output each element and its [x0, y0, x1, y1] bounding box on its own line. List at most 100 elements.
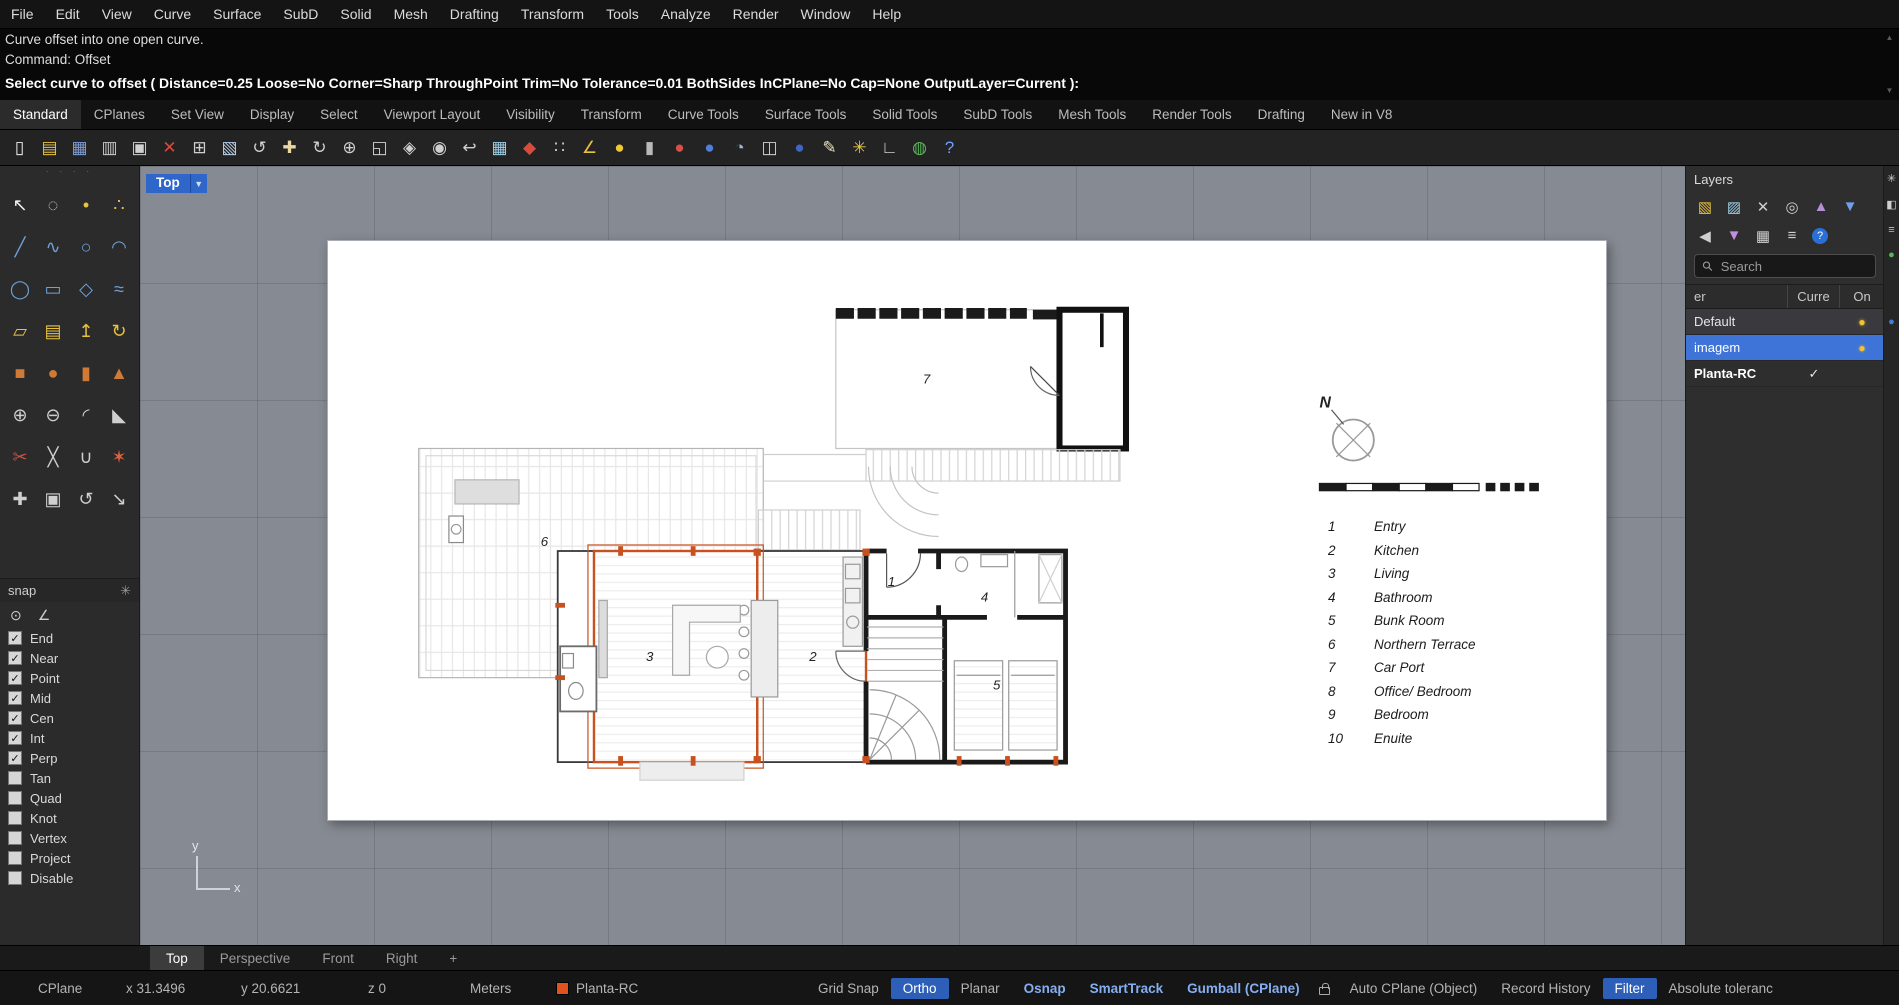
- smarttrack-osnap-icon[interactable]: ∠: [38, 607, 51, 624]
- boolean-union-icon[interactable]: ⊕: [4, 394, 37, 436]
- fillet-icon[interactable]: ◜: [70, 394, 103, 436]
- menu-item[interactable]: Help: [861, 0, 912, 29]
- cplane-widget-icon[interactable]: ∟: [875, 133, 904, 162]
- tab-transform[interactable]: Transform: [568, 100, 655, 129]
- checkbox[interactable]: [8, 751, 22, 765]
- open-file-icon[interactable]: ▤: [35, 133, 64, 162]
- tab-display[interactable]: Display: [237, 100, 307, 129]
- osnap-option[interactable]: Mid: [0, 688, 139, 708]
- layer-grid-view-icon[interactable]: ▦: [1754, 227, 1772, 245]
- top-viewport[interactable]: Top ▼ N 1 2 3 4 5 6 7 1 Entry 2 Kitchen …: [140, 166, 1685, 945]
- vp-tab-right[interactable]: Right: [370, 946, 434, 970]
- osnap-button[interactable]: Osnap: [1012, 978, 1078, 999]
- osnap-gear-icon[interactable]: [120, 583, 131, 599]
- filter-layers-icon[interactable]: ▼: [1725, 227, 1743, 245]
- menu-item[interactable]: Surface: [202, 0, 272, 29]
- menu-item[interactable]: Window: [790, 0, 862, 29]
- print-icon[interactable]: ▥: [95, 133, 124, 162]
- ortho-button[interactable]: Ortho: [890, 977, 949, 999]
- panel-gear-icon[interactable]: ✳: [1887, 172, 1896, 185]
- scale-icon[interactable]: ↘: [103, 478, 136, 520]
- cplane-menu[interactable]: CPlane: [38, 981, 126, 996]
- delete-icon[interactable]: ✕: [155, 133, 184, 162]
- layer-row[interactable]: imagem: [1686, 335, 1884, 361]
- osnap-option[interactable]: Knot: [0, 808, 139, 828]
- undo-icon[interactable]: ↺: [245, 133, 274, 162]
- undo-view-icon[interactable]: ↩: [455, 133, 484, 162]
- arc-icon[interactable]: ◠: [103, 226, 136, 268]
- annotate-pen-icon[interactable]: ✎: [815, 133, 844, 162]
- menu-item[interactable]: Tools: [595, 0, 650, 29]
- viewport-layout-icon[interactable]: ▦: [485, 133, 514, 162]
- checkbox[interactable]: [8, 771, 22, 785]
- layer-on-bulb-icon[interactable]: [1840, 314, 1884, 329]
- layer-row[interactable]: Planta-RC: [1686, 361, 1884, 387]
- new-file-icon[interactable]: ▯: [5, 133, 34, 162]
- zoom-dynamic-icon[interactable]: ⊕: [335, 133, 364, 162]
- chevron-down-icon[interactable]: [189, 174, 207, 193]
- new-layer-icon[interactable]: ▧: [1696, 198, 1714, 216]
- current-layer-check-icon[interactable]: [1788, 366, 1840, 382]
- search-input[interactable]: [1718, 257, 1868, 275]
- properties-panel-tab-icon[interactable]: ◧: [1886, 198, 1896, 211]
- select-arrow-icon[interactable]: ↖: [4, 184, 37, 226]
- tab-viewport-layout[interactable]: Viewport Layout: [371, 100, 494, 129]
- display-panel-tab-icon[interactable]: ●: [1888, 249, 1895, 261]
- polyline-icon[interactable]: ╱: [4, 226, 37, 268]
- tab-set-view[interactable]: Set View: [158, 100, 237, 129]
- tab-standard[interactable]: Standard: [0, 100, 81, 129]
- checkbox[interactable]: [8, 871, 22, 885]
- osnap-option[interactable]: Cen: [0, 708, 139, 728]
- layer-help-icon[interactable]: ?: [1812, 227, 1828, 244]
- checkbox[interactable]: [8, 791, 22, 805]
- delete-layer-icon[interactable]: ✕: [1754, 198, 1772, 216]
- menu-item[interactable]: SubD: [272, 0, 329, 29]
- menu-item[interactable]: Solid: [329, 0, 382, 29]
- checkbox[interactable]: [8, 651, 22, 665]
- tab-select[interactable]: Select: [307, 100, 371, 129]
- rotate-view-icon[interactable]: ↻: [305, 133, 334, 162]
- scroll-up-icon[interactable]: [1886, 33, 1894, 42]
- helix-icon[interactable]: ≈: [103, 268, 136, 310]
- floor-plan-canvas[interactable]: N 1 2 3 4 5 6 7 1 Entry 2 Kitchen 3 Livi…: [327, 240, 1607, 821]
- menu-item[interactable]: Analyze: [650, 0, 722, 29]
- vp-tab-add[interactable]: +: [433, 946, 473, 970]
- match-layer-icon[interactable]: ◎: [1783, 198, 1801, 216]
- osnap-option[interactable]: Perp: [0, 748, 139, 768]
- move-layer-down-icon[interactable]: ▼: [1841, 198, 1859, 215]
- hide-show-lightbulb-icon[interactable]: ●: [605, 133, 634, 162]
- render-preview-icon[interactable]: ●: [785, 133, 814, 162]
- chamfer-icon[interactable]: ◣: [103, 394, 136, 436]
- osnap-option[interactable]: Int: [0, 728, 139, 748]
- surface-plane-icon[interactable]: ▱: [4, 310, 37, 352]
- layers-panel-tab-icon[interactable]: ≡: [1888, 224, 1894, 236]
- command-prompt[interactable]: Select curve to offset ( Distance=0.25 L…: [5, 70, 1899, 97]
- pan-icon[interactable]: ✚: [275, 133, 304, 162]
- menu-item[interactable]: Transform: [510, 0, 595, 29]
- planar-button[interactable]: Planar: [949, 978, 1012, 999]
- tab-cplanes[interactable]: CPlanes: [81, 100, 158, 129]
- record-history-button[interactable]: Record History: [1489, 978, 1602, 999]
- rotate-icon[interactable]: ↺: [70, 478, 103, 520]
- viewport-title[interactable]: Top: [146, 174, 207, 193]
- move-layer-up-icon[interactable]: ▲: [1812, 198, 1830, 215]
- gumball-button[interactable]: Gumball (CPlane): [1175, 978, 1312, 999]
- tab-new-in-v8[interactable]: New in V8: [1318, 100, 1406, 129]
- osnap-option[interactable]: End: [0, 628, 139, 648]
- named-view-icon[interactable]: ◆: [515, 133, 544, 162]
- menu-item[interactable]: Edit: [45, 0, 91, 29]
- palette-drag-handle[interactable]: [0, 166, 139, 180]
- copy-to-clipboard-icon[interactable]: ▣: [125, 133, 154, 162]
- polygon-icon[interactable]: ◇: [70, 268, 103, 310]
- osnap-option[interactable]: Point: [0, 668, 139, 688]
- checkbox[interactable]: [8, 831, 22, 845]
- viewport-title-label[interactable]: Top: [146, 174, 190, 193]
- tab-subd-tools[interactable]: SubD Tools: [950, 100, 1045, 129]
- tab-solid-tools[interactable]: Solid Tools: [859, 100, 950, 129]
- new-sublayer-icon[interactable]: ▨: [1725, 198, 1743, 216]
- rendered-display-icon[interactable]: ●: [695, 133, 724, 162]
- shaded-display-icon[interactable]: ●: [665, 133, 694, 162]
- libraries-panel-tab-icon[interactable]: ●: [1888, 316, 1895, 328]
- checkbox[interactable]: [8, 711, 22, 725]
- scroll-down-icon[interactable]: [1886, 86, 1894, 95]
